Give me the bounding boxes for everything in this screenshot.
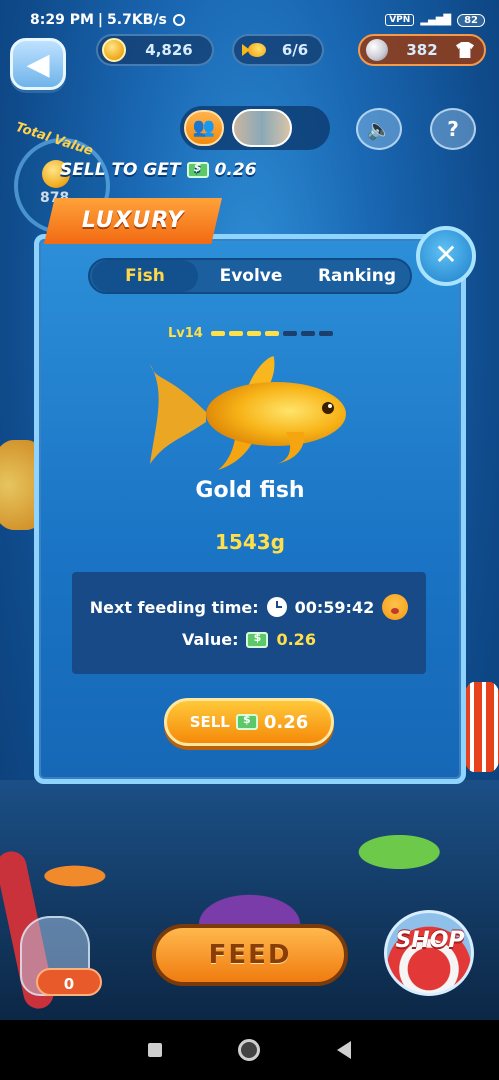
arrow-left-icon: ◀ <box>26 46 50 82</box>
recents-button[interactable] <box>148 1043 163 1057</box>
alarm-icon <box>172 14 185 26</box>
friends-icon[interactable]: 👥 <box>184 110 224 146</box>
clock-icon <box>266 597 287 617</box>
home-button[interactable] <box>238 1039 261 1061</box>
fish-counter: 6/6 <box>232 34 324 66</box>
level-segment <box>210 331 225 336</box>
tab-bar: Fish Evolve Ranking <box>88 258 412 294</box>
close-button[interactable]: ✕ <box>416 226 476 286</box>
help-button[interactable]: ? <box>430 108 476 150</box>
sell-to-get-amount: 0.26 <box>214 160 257 180</box>
shirt-icon <box>456 42 474 58</box>
sell-button[interactable]: SELL 0.26 <box>164 698 334 746</box>
level-segment <box>318 331 333 336</box>
jar-count: 0 <box>36 968 102 996</box>
question-icon: ? <box>447 117 459 141</box>
pearl-amount: 382 <box>406 41 438 59</box>
level-segment <box>264 331 279 336</box>
level-segment <box>282 331 297 336</box>
shop-label[interactable]: SHOP <box>390 928 470 953</box>
cash-icon <box>235 713 258 730</box>
fish-weight: 1543g <box>215 530 285 554</box>
shop-button[interactable] <box>384 910 474 996</box>
back-button[interactable]: ◀ <box>10 38 66 90</box>
level-indicator: Lv14 <box>168 326 333 341</box>
pearl-counter[interactable]: 382 <box>358 34 486 66</box>
status-time: 8:29 PM <box>30 12 94 28</box>
coin-icon <box>102 38 126 62</box>
background-clownfish <box>462 682 499 772</box>
coin-counter: 4,826 <box>96 34 214 66</box>
level-segment <box>228 331 243 336</box>
tab-evolve[interactable]: Evolve <box>198 260 304 292</box>
vpn-badge: VPN <box>385 14 415 26</box>
mute-button[interactable]: 🔈 <box>356 108 402 150</box>
tab-fish[interactable]: Fish <box>92 260 198 292</box>
fish-icon <box>242 41 268 59</box>
level-label: Lv14 <box>168 326 203 341</box>
next-feeding-row: Next feeding time: 00:59:42 <box>72 594 426 620</box>
speaker-muted-icon: 🔈 <box>366 117 392 141</box>
cash-icon <box>246 631 269 648</box>
value-label: Value: <box>182 630 239 649</box>
luxury-banner: LUXURY <box>44 198 222 244</box>
sell-amount: 0.26 <box>263 711 309 733</box>
signal-icon: ▂▄▆█ <box>420 14 452 26</box>
value-row: Value: 0.26 <box>72 630 426 649</box>
goldfish-image <box>150 356 346 470</box>
next-feeding-time: 00:59:42 <box>294 597 375 617</box>
cash-icon <box>186 161 209 178</box>
level-segment <box>300 331 315 336</box>
tab-ranking[interactable]: Ranking <box>304 260 410 292</box>
coin-amount: 4,826 <box>145 41 193 59</box>
back-nav-button[interactable] <box>336 1041 351 1059</box>
close-icon: ✕ <box>434 238 458 271</box>
sell-label: SELL <box>189 713 230 731</box>
feed-button[interactable]: FEED <box>152 924 348 986</box>
navigation-bar <box>0 1020 499 1080</box>
level-segment <box>246 331 261 336</box>
value-amount: 0.26 <box>276 630 316 649</box>
network-speed: 5.7KB/s <box>107 12 167 28</box>
game-scene: 8:29 PM | 5.7KB/s VPN ▂▄▆█ 82 ◀ 4,826 6/… <box>0 0 499 1020</box>
fish-count: 6/6 <box>281 41 309 59</box>
next-feeding-label: Next feeding time: <box>89 597 259 617</box>
sell-to-get-label: SELL TO GET <box>60 160 181 180</box>
hungry-face-icon <box>382 594 409 620</box>
battery-level: 82 <box>457 13 485 27</box>
sell-to-get-banner: SELL TO GET 0.26 <box>60 160 257 180</box>
fish-info-box: Next feeding time: 00:59:42 Value: 0.26 <box>72 572 426 674</box>
friends-panel[interactable]: 👥 <box>180 106 330 150</box>
fish-name: Gold fish <box>195 478 305 503</box>
pearl-icon <box>366 39 388 61</box>
avatar[interactable] <box>232 109 292 147</box>
